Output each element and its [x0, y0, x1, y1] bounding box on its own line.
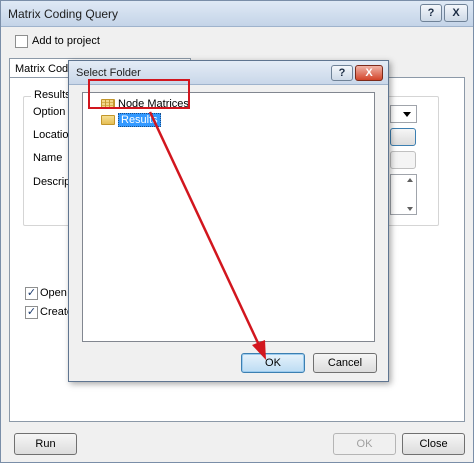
create-results-checkbox[interactable]: ✓	[25, 306, 38, 319]
close-icon: X	[452, 7, 460, 19]
option-dropdown[interactable]	[390, 105, 417, 123]
dialog-help-button[interactable]: ?	[331, 65, 353, 81]
dialog-ok-button[interactable]: OK	[241, 353, 305, 373]
name-select-button[interactable]	[390, 151, 416, 169]
name-label: Name	[33, 152, 63, 164]
open-results-checkbox[interactable]: ✓	[25, 287, 38, 300]
scroll-up-icon	[407, 178, 413, 182]
folder-tree[interactable]: Node Matrices Results	[82, 92, 375, 342]
checkmark-icon: ✓	[26, 306, 37, 318]
chevron-down-icon	[403, 112, 411, 117]
tree-item-results[interactable]: Results	[101, 112, 161, 127]
add-to-project-checkbox[interactable]	[15, 35, 28, 48]
run-button[interactable]: Run	[14, 433, 77, 455]
folder-icon	[101, 114, 115, 125]
dialog-cancel-button[interactable]: Cancel	[313, 353, 377, 373]
main-help-button[interactable]: ?	[420, 4, 442, 22]
location-select-button[interactable]	[390, 128, 416, 146]
main-close-footer-button[interactable]: Close	[402, 433, 465, 455]
main-window-title: Matrix Coding Query	[8, 7, 119, 21]
annotation-highlight-box	[88, 79, 190, 109]
tree-item-label: Results	[118, 112, 161, 127]
close-icon: X	[365, 67, 373, 79]
main-ok-button[interactable]: OK	[333, 433, 396, 455]
scroll-down-icon	[407, 207, 413, 211]
description-textarea[interactable]	[390, 174, 417, 215]
checkmark-icon: ✓	[26, 287, 37, 299]
dialog-title: Select Folder	[76, 67, 141, 79]
dialog-close-button[interactable]: X	[355, 65, 383, 81]
add-to-project-label: Add to project	[32, 35, 100, 47]
main-close-button[interactable]: X	[444, 4, 468, 22]
main-title-bar[interactable]: Matrix Coding Query ? X	[1, 1, 473, 27]
option-label: Option	[33, 106, 66, 118]
